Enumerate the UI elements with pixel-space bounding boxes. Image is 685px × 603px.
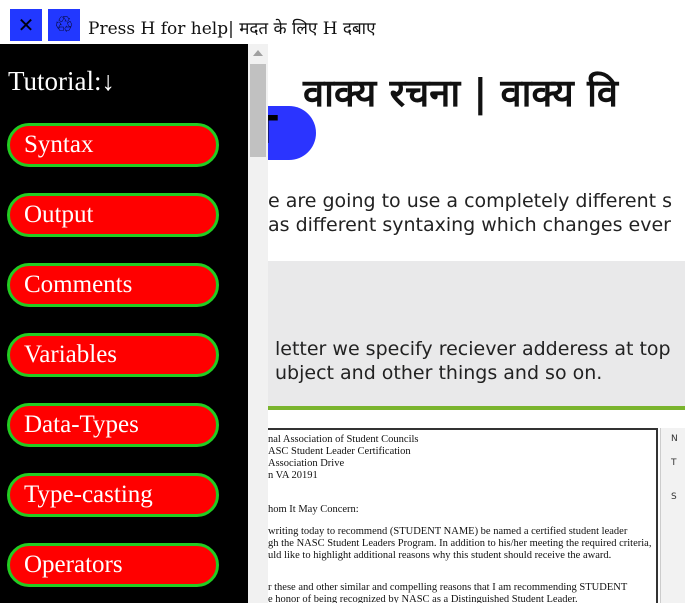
close-icon: ✕	[17, 13, 35, 37]
letter-line: ASC Student Leader Certification	[268, 446, 411, 457]
intro-line-2: as different syntaxing which changes eve…	[268, 214, 671, 236]
help-text: Press H for help| मदत के लिए H दबाए	[88, 19, 376, 39]
sidebar-title: Tutorial:↓	[8, 66, 116, 96]
letter-side-panel: N T S	[660, 428, 685, 603]
section-badge-letter: T	[268, 108, 278, 152]
divider	[268, 406, 685, 410]
letter-line: gh the NASC Student Leaders Program. In …	[268, 538, 652, 549]
side-label: T	[671, 458, 677, 468]
letter-line: writing today to recommend (STUDENT NAME…	[268, 526, 628, 537]
sidebar-item-output[interactable]: Output	[7, 193, 219, 237]
reset-button[interactable]: ♲	[48, 9, 80, 41]
sidebar-item-variables[interactable]: Variables	[7, 333, 219, 377]
letter-line: hom It May Concern:	[268, 504, 359, 515]
page-heading: वाक्य रचना | वाक्य वि	[303, 71, 619, 115]
intro-line-1: e are going to use a completely differen…	[268, 190, 673, 212]
letter-line: e honor of being recognized by NASC as a…	[268, 594, 578, 603]
letter-line: Association Drive	[268, 458, 345, 469]
intro-paragraph: e are going to use a completely differen…	[268, 189, 672, 237]
sidebar-item-comments[interactable]: Comments	[7, 263, 219, 307]
letter-line: n VA 20191	[268, 470, 318, 481]
example-box	[268, 261, 685, 407]
sidebar-item-syntax[interactable]: Syntax	[7, 123, 219, 167]
sidebar-item-type-casting[interactable]: Type-casting	[7, 473, 219, 517]
example-paragraph: letter we specify reciever adderess at t…	[275, 337, 671, 385]
close-button[interactable]: ✕	[10, 9, 42, 41]
letter-example-image: nal Association of Student Councils ASC …	[268, 428, 658, 603]
tutorial-sidebar: Tutorial:↓ Syntax Output Comments Variab…	[0, 44, 248, 603]
scroll-up-arrow-icon[interactable]	[253, 50, 263, 56]
example-line-2: ubject and other things and so on.	[275, 362, 603, 384]
top-bar: ✕ ♲ Press H for help| मदत के लिए H दबाए	[0, 0, 685, 45]
main-content: वाक्य रचना | वाक्य वि T e are going to u…	[268, 44, 685, 603]
sidebar-scrollbar[interactable]	[248, 44, 268, 603]
example-line-1: letter we specify reciever adderess at t…	[275, 338, 671, 360]
letter-line: r these and other similar and compelling…	[268, 582, 628, 593]
sidebar-item-operators[interactable]: Operators	[7, 543, 219, 587]
side-label: S	[671, 492, 677, 502]
letter-line: nal Association of Student Councils	[268, 434, 419, 445]
letter-line: uld like to highlight additional reasons…	[268, 550, 612, 561]
scroll-thumb[interactable]	[250, 64, 266, 157]
recycle-icon: ♲	[54, 12, 74, 38]
side-label: N	[671, 434, 678, 444]
sidebar-item-data-types[interactable]: Data-Types	[7, 403, 219, 447]
